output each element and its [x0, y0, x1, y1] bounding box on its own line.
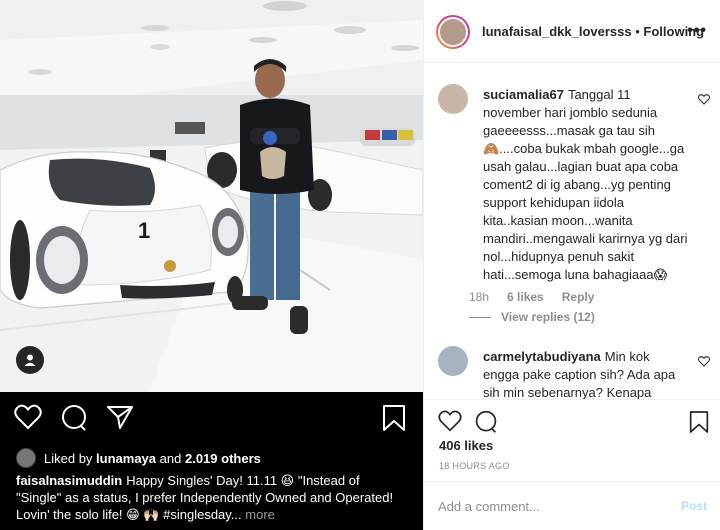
replies-divider: [469, 316, 491, 318]
post-caption: faisalnasimuddin Happy Singles' Day! 11.1…: [16, 472, 408, 523]
commenter-avatar[interactable]: [438, 84, 468, 114]
post-action-bar-dark: [14, 404, 412, 434]
comment-likes[interactable]: 6 likes: [507, 290, 544, 304]
likes-count[interactable]: 406 likes: [439, 438, 493, 453]
heart-icon[interactable]: [14, 404, 42, 435]
comment-bubble-icon[interactable]: [60, 404, 88, 437]
view-replies-button[interactable]: View replies (12): [469, 310, 595, 324]
post-media-column: 1 Liked by lunamaya and 2.019 others fai…: [0, 0, 423, 530]
commenter-avatar[interactable]: [438, 346, 468, 376]
caption-panel: Liked by lunamaya and 2.019 others faisa…: [0, 392, 423, 530]
post-header: lunafaisal_dkk_loversss • Following •••: [424, 0, 720, 63]
post-photo[interactable]: 1: [0, 0, 423, 392]
user-tags-button[interactable]: [16, 346, 44, 374]
header-separator: •: [635, 24, 640, 39]
caption-more-link[interactable]: more: [245, 507, 275, 522]
bookmark-icon[interactable]: [382, 404, 406, 437]
comment-text: Tanggal 11 november hari jomblo sedunia …: [483, 87, 688, 282]
liked-by-count[interactable]: 2.019 others: [185, 451, 261, 466]
view-replies-label: View replies (12): [501, 310, 595, 324]
car-number: 1: [138, 218, 150, 243]
post-timestamp: 18 HOURS AGO: [439, 461, 510, 471]
comment-bubble-icon[interactable]: [474, 410, 498, 439]
more-options-button[interactable]: •••: [687, 22, 707, 40]
user-silhouette-icon: [24, 354, 36, 366]
caption-username[interactable]: faisalnasimuddin: [16, 473, 122, 488]
heart-icon[interactable]: [698, 354, 710, 372]
comment-username[interactable]: suciamalia67: [483, 87, 564, 102]
comment-meta: 18h 6 likes Reply: [469, 290, 594, 304]
comments-list: suciamalia67 Tanggal 11 november hari jom…: [424, 64, 720, 399]
liked-by-mid: and: [159, 450, 182, 466]
post-comment-button[interactable]: Post: [681, 499, 707, 513]
museum-car-photo: 1: [0, 0, 423, 392]
comments-panel: lunafaisal_dkk_loversss • Following ••• …: [423, 0, 720, 530]
comment-input[interactable]: [438, 496, 658, 516]
heart-icon[interactable]: [438, 410, 462, 437]
liked-by-user[interactable]: lunamaya: [96, 451, 156, 466]
owner-avatar[interactable]: [436, 15, 470, 49]
comment-time: 18h: [469, 290, 490, 304]
liked-by-prefix: Liked by: [44, 450, 93, 466]
heart-icon[interactable]: [698, 92, 710, 110]
comment-reply-button[interactable]: Reply: [562, 290, 595, 304]
owner-username[interactable]: lunafaisal_dkk_loversss: [482, 24, 632, 39]
bookmark-icon[interactable]: [689, 410, 709, 439]
liked-by-row: Liked by lunamaya and 2.019 others: [16, 448, 261, 468]
paper-plane-icon[interactable]: [106, 404, 134, 435]
liker-avatar: [16, 448, 36, 468]
add-comment-bar: Post: [424, 481, 720, 530]
comment-username[interactable]: carmelytabudiyana: [483, 349, 601, 364]
